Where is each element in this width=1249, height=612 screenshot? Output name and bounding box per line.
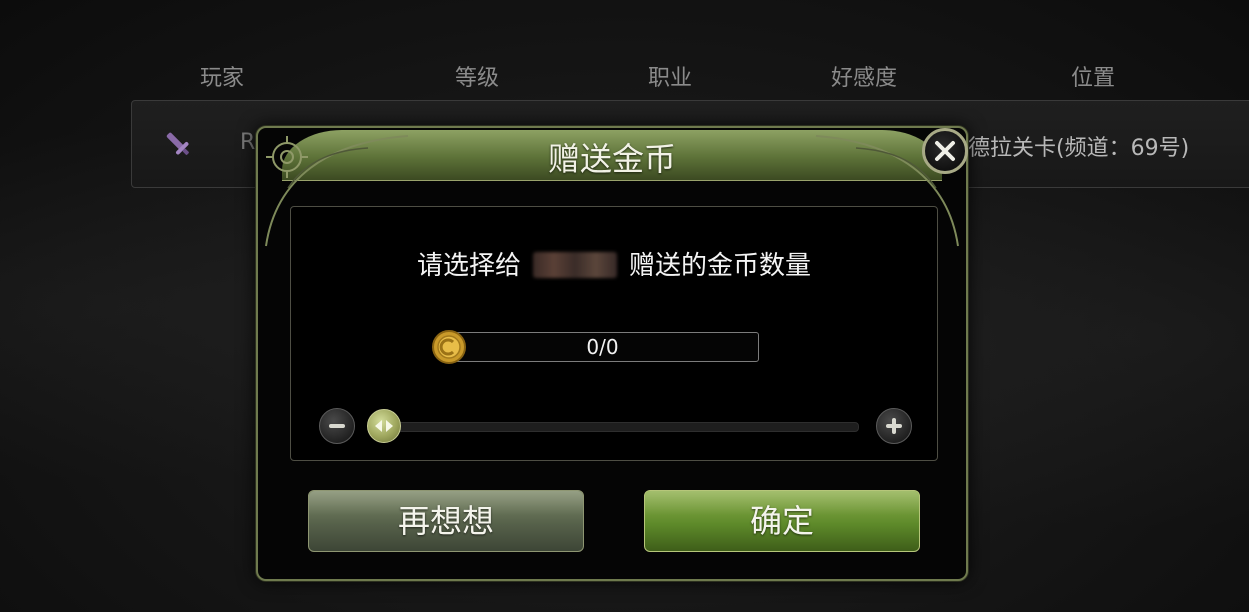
- header-level: 等级: [455, 66, 500, 91]
- prompt-text-before: 请选择给: [416, 251, 521, 281]
- header-favor: 好感度: [831, 66, 898, 91]
- increase-button[interactable]: [876, 408, 912, 444]
- close-button[interactable]: [922, 128, 968, 174]
- gold-coin-icon: [431, 329, 467, 365]
- header-player: 玩家: [200, 66, 245, 91]
- recipient-name-redacted: [533, 252, 617, 278]
- header-class: 职业: [648, 66, 693, 91]
- close-icon: [935, 141, 955, 161]
- gold-amount-field[interactable]: 0/0: [446, 332, 759, 362]
- dialog-title: 赠送金币: [547, 140, 676, 178]
- gold-amount-slider[interactable]: [385, 422, 859, 432]
- sword-icon: [160, 126, 196, 162]
- header-location: 位置: [1071, 66, 1116, 91]
- gift-gold-dialog: 赠送金币 请选择给 赠送的金币数量 0/0 再想想 确定: [256, 126, 968, 581]
- cancel-button[interactable]: 再想想: [308, 490, 584, 552]
- slider-thumb[interactable]: [367, 409, 401, 443]
- decrease-button[interactable]: [319, 408, 355, 444]
- gold-amount-value: 0/0: [586, 335, 619, 359]
- player-location: 德拉关卡(频道：69号): [968, 136, 1190, 161]
- confirm-button[interactable]: 确定: [644, 490, 920, 552]
- plus-icon: [886, 418, 902, 434]
- player-name: R: [240, 130, 256, 155]
- minus-icon: [329, 424, 345, 428]
- gift-panel: 请选择给 赠送的金币数量 0/0: [290, 206, 938, 461]
- confirm-button-label: 确定: [749, 502, 814, 540]
- gift-prompt: 请选择给 赠送的金币数量: [291, 245, 937, 282]
- cancel-button-label: 再想想: [397, 502, 494, 540]
- prompt-text-after: 赠送的金币数量: [629, 251, 812, 281]
- double-arrow-icon: [375, 420, 393, 432]
